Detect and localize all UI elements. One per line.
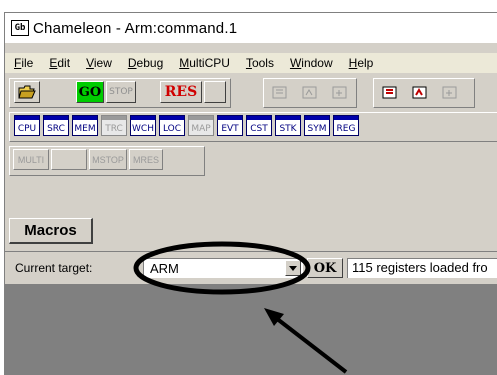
target-bar: Current target: ARM OK 115 registers loa… (5, 251, 497, 284)
mstop-button[interactable]: MSTOP (89, 149, 127, 170)
clear-breakpoint-disabled-icon[interactable] (436, 81, 464, 103)
set-breakpoint-icon[interactable] (376, 81, 404, 103)
target-status-field: 115 registers loaded fro (347, 258, 497, 278)
cst-window-button[interactable]: CST (246, 115, 272, 136)
menu-view[interactable]: View (77, 56, 119, 70)
breakpoint-group-disabled (263, 78, 357, 108)
menu-bar: File Edit View Debug MultiCPU Tools Wind… (5, 53, 497, 73)
stop-button[interactable]: STOP (106, 81, 136, 103)
step-breakpoint-icon[interactable] (406, 81, 434, 103)
macros-button[interactable]: Macros (9, 218, 93, 244)
multicpu-group: MULTI MSTOP MRES (9, 146, 205, 176)
map-window-button[interactable]: MAP (188, 115, 214, 136)
menu-tools[interactable]: Tools (237, 56, 281, 70)
cpu-window-button[interactable]: CPU (14, 115, 40, 136)
evt-window-button[interactable]: EVT (217, 115, 243, 136)
window-buttons-group: CPU SRC MEM TRC WCH LOC MAP EVT CST STK … (9, 112, 497, 142)
mres-button[interactable]: MRES (129, 149, 163, 170)
ok-button[interactable]: OK (307, 258, 343, 278)
menu-help[interactable]: Help (340, 56, 381, 70)
trc-window-button[interactable]: TRC (101, 115, 127, 136)
menu-debug[interactable]: Debug (119, 56, 170, 70)
window-title: Chameleon - Arm:command.1 (33, 19, 238, 37)
loc-window-button[interactable]: LOC (159, 115, 185, 136)
breakpoint-out-disabled-icon[interactable] (326, 81, 354, 103)
menu-multicpu[interactable]: MultiCPU (170, 56, 237, 70)
menu-edit[interactable]: Edit (40, 56, 77, 70)
src-window-button[interactable]: SRC (43, 115, 69, 136)
menu-window[interactable]: Window (281, 56, 340, 70)
open-file-button[interactable] (14, 81, 40, 103)
chameleon-app-icon: Gb (11, 20, 29, 36)
breakpoint-group (373, 78, 475, 108)
stk-window-button[interactable]: STK (275, 115, 301, 136)
open-folder-icon (18, 85, 36, 99)
blank-toolbar-button[interactable] (204, 81, 226, 103)
macros-toolbar: Macros (5, 215, 497, 249)
chevron-down-icon[interactable] (285, 260, 301, 276)
blank-multi-button[interactable] (51, 149, 87, 170)
sym-window-button[interactable]: SYM (304, 115, 330, 136)
run-control-group: GO STOP RES (9, 78, 231, 108)
wch-window-button[interactable]: WCH (130, 115, 156, 136)
breakpoint-step-disabled-icon[interactable] (296, 81, 324, 103)
current-target-label: Current target: (15, 261, 93, 275)
reset-button[interactable]: RES (160, 81, 202, 103)
multicpu-toolbar: MULTI MSTOP MRES (5, 143, 497, 177)
target-dropdown-value: ARM (150, 261, 179, 276)
main-toolbar: GO STOP RES (5, 75, 497, 109)
workspace-area (5, 284, 497, 375)
breakpoint-disabled-icon[interactable] (266, 81, 294, 103)
go-button[interactable]: GO (76, 81, 104, 103)
title-bar: Gb Chameleon - Arm:command.1 (5, 13, 497, 43)
target-dropdown[interactable]: ARM (143, 258, 303, 278)
mem-window-button[interactable]: MEM (72, 115, 98, 136)
menu-file[interactable]: File (5, 56, 40, 70)
multi-button[interactable]: MULTI (13, 149, 49, 170)
app-window: Gb Chameleon - Arm:command.1 File Edit V… (4, 12, 497, 375)
window-toolbar: CPU SRC MEM TRC WCH LOC MAP EVT CST STK … (5, 109, 497, 143)
reg-window-button[interactable]: REG (333, 115, 359, 136)
